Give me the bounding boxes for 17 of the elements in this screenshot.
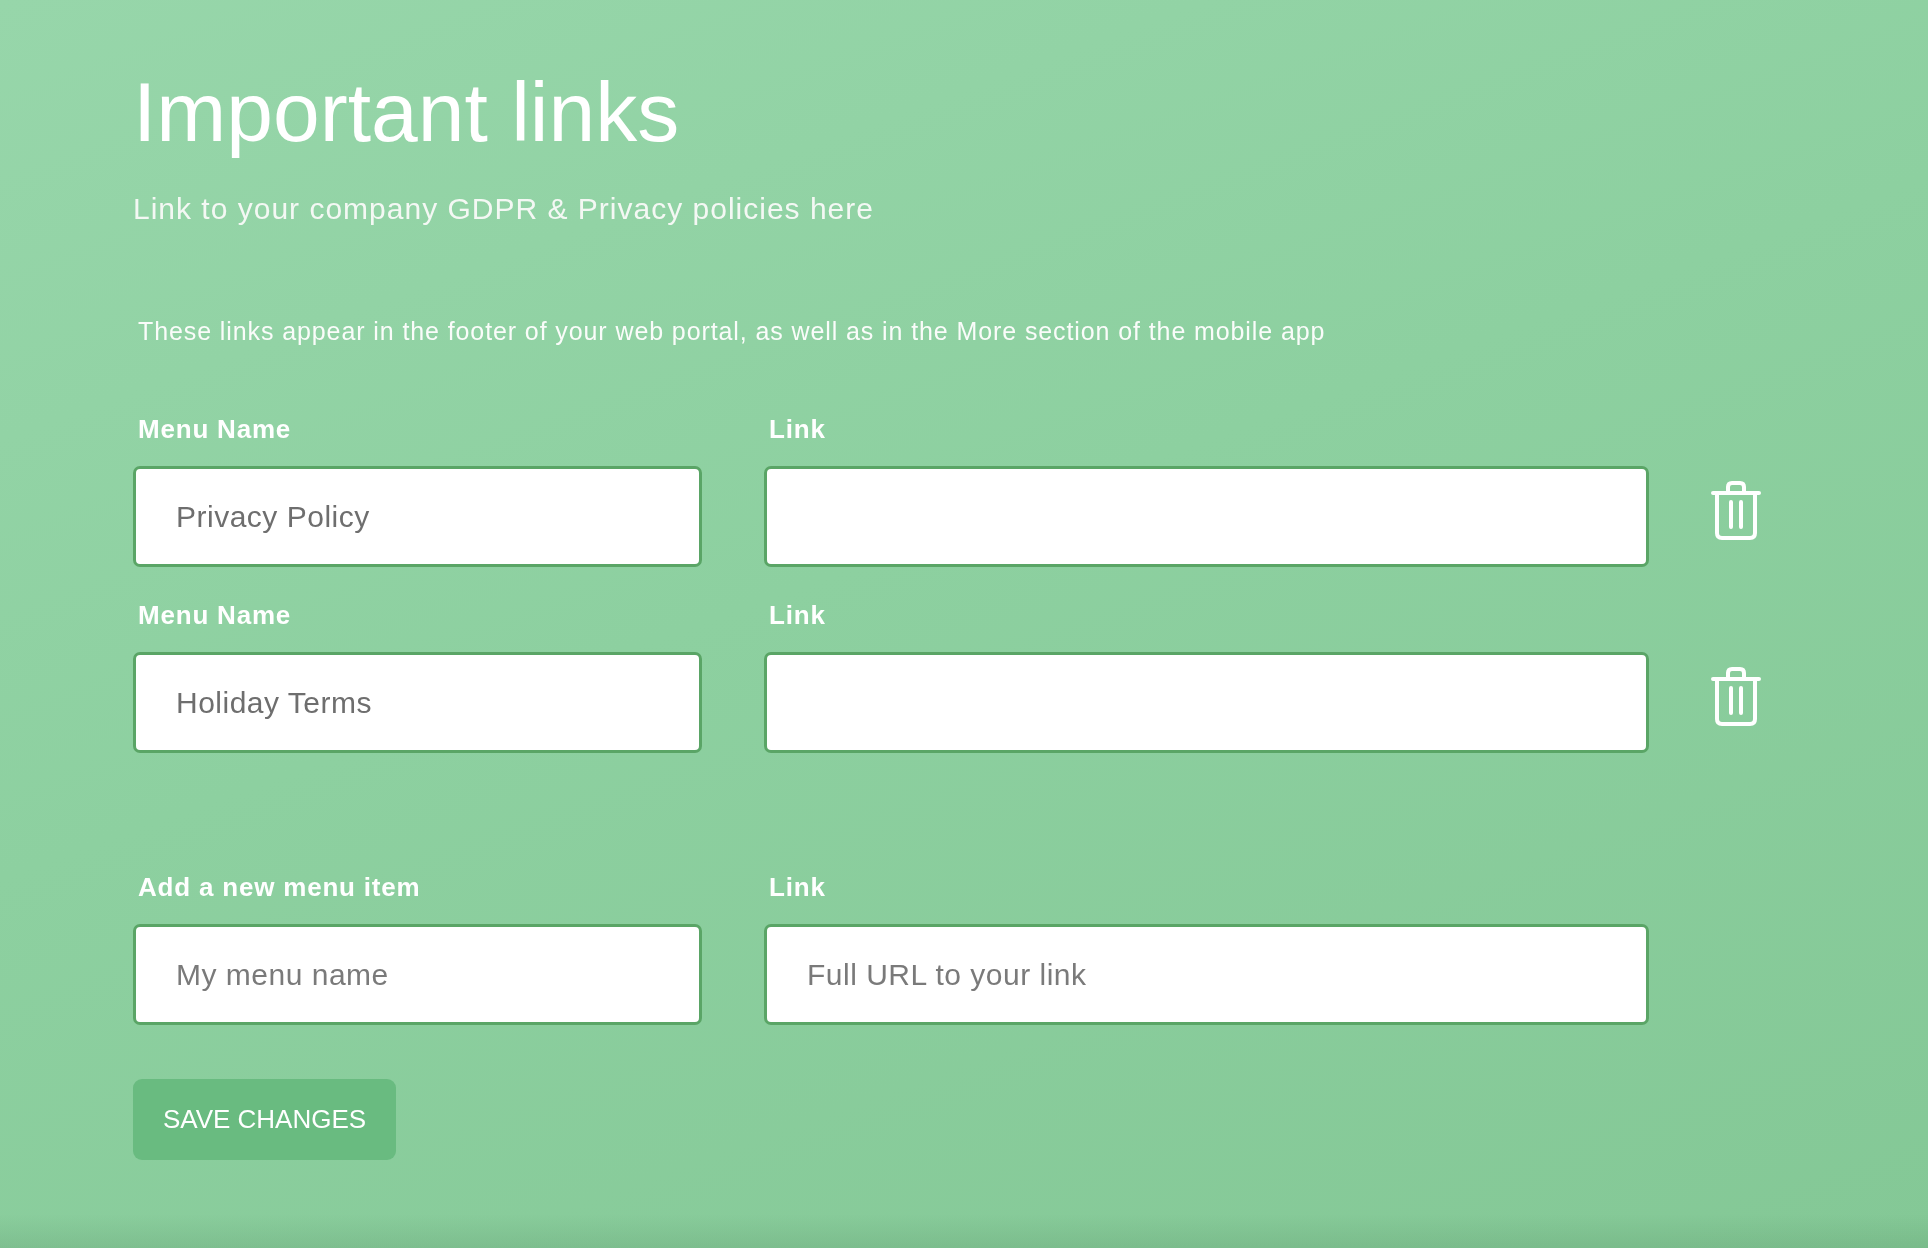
description-text: These links appear in the footer of your web portal, as well as in the More section of the mobile app [138,317,1327,345]
trash-icon[interactable] [1711,667,1761,726]
field-label: Add a new menu item [138,873,421,902]
url-field[interactable] [764,652,1649,753]
trash-icon[interactable] [1711,481,1761,540]
field-label: Link [769,873,826,902]
url-field[interactable] [764,466,1649,567]
field-label: Link [769,601,826,630]
text-field[interactable]: Holiday Terms [133,652,702,753]
field-label: Menu Name [138,415,292,444]
page-subtitle: Link to your company GDPR & Privacy policies here [133,192,875,226]
url-field[interactable]: Full URL to your link [764,924,1649,1025]
text-field[interactable]: Privacy Policy [133,466,702,567]
field-label: Menu Name [138,601,292,630]
text-field[interactable]: My menu name [133,924,702,1025]
field-label: Link [769,415,826,444]
page-title: Important links [133,64,681,161]
